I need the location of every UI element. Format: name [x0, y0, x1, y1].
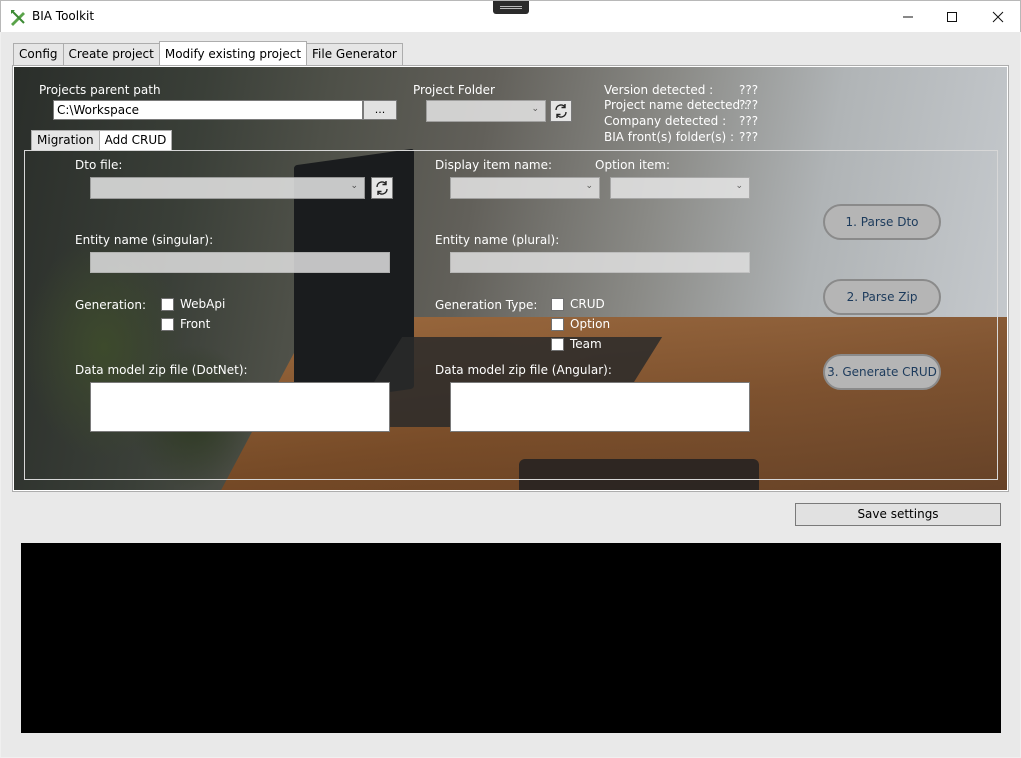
tab-migration[interactable]: Migration	[31, 130, 100, 150]
chevron-down-icon: ⌄	[350, 181, 358, 191]
webapi-checkbox[interactable]	[161, 298, 174, 311]
entity-name-plural-input[interactable]	[450, 252, 750, 273]
entity-name-plural-label: Entity name (plural):	[435, 233, 560, 247]
minimize-button[interactable]	[885, 1, 931, 32]
minimize-icon	[903, 16, 913, 17]
webapi-label: WebApi	[180, 297, 226, 311]
front-folders-value: ???	[739, 130, 759, 144]
version-detected-label: Version detected :	[604, 83, 714, 97]
display-item-name-select[interactable]: ⌄	[450, 177, 600, 199]
version-detected-value: ???	[739, 83, 759, 97]
generation-type-label: Generation Type:	[435, 298, 538, 312]
front-label: Front	[180, 317, 211, 331]
project-folder-label: Project Folder	[413, 83, 495, 97]
project-folder-select[interactable]: ⌄	[426, 100, 546, 122]
tab-modify-existing-project[interactable]: Modify existing project	[158, 41, 308, 65]
maximize-button[interactable]	[929, 1, 975, 32]
front-checkbox[interactable]	[161, 318, 174, 331]
option-label: Option	[570, 317, 611, 331]
option-item-select[interactable]: ⌄	[610, 177, 750, 199]
entity-name-singular-label: Entity name (singular):	[75, 233, 214, 247]
generate-crud-button[interactable]: 3. Generate CRUD	[823, 354, 941, 390]
title-bar: BIA Toolkit	[0, 0, 1021, 32]
tab-config[interactable]: Config	[13, 43, 64, 65]
front-folders-label: BIA front(s) folder(s) :	[604, 130, 735, 144]
projects-parent-path-input[interactable]: C:\Workspace	[53, 100, 363, 120]
parse-dto-button[interactable]: 1. Parse Dto	[823, 204, 941, 240]
crud-checkbox[interactable]	[551, 298, 564, 311]
save-settings-button[interactable]: Save settings	[795, 503, 1001, 526]
maximize-icon	[947, 11, 957, 22]
zip-angular-label: Data model zip file (Angular):	[435, 363, 612, 377]
option-checkbox[interactable]	[551, 318, 564, 331]
main-tabs: Config Create project Modify existing pr…	[13, 41, 403, 65]
tab-file-generator[interactable]: File Generator	[306, 43, 403, 65]
chevron-down-icon: ⌄	[585, 181, 593, 191]
company-detected-label: Company detected :	[604, 114, 727, 128]
zip-angular-drop-area[interactable]	[450, 382, 750, 432]
entity-name-singular-input[interactable]	[90, 252, 390, 273]
display-item-name-label: Display item name:	[435, 158, 553, 172]
chevron-down-icon: ⌄	[531, 104, 539, 114]
zip-dotnet-drop-area[interactable]	[90, 382, 390, 432]
team-label: Team	[570, 337, 602, 351]
projects-parent-path-label: Projects parent path	[39, 83, 161, 97]
project-name-detected-value: ???	[739, 98, 759, 112]
crud-label: CRUD	[570, 297, 605, 311]
project-name-detected-label: Project name detected :	[604, 98, 748, 112]
close-icon	[992, 11, 1004, 22]
zip-dotnet-label: Data model zip file (DotNet):	[75, 363, 248, 377]
refresh-icon	[376, 181, 388, 195]
drag-handle[interactable]	[493, 1, 529, 14]
refresh-icon	[555, 104, 567, 118]
generation-label: Generation:	[75, 298, 146, 312]
browse-button[interactable]: ...	[363, 100, 397, 120]
app-icon	[11, 10, 25, 26]
project-folder-refresh-button[interactable]	[550, 100, 572, 122]
team-checkbox[interactable]	[551, 338, 564, 351]
dto-file-select[interactable]: ⌄	[90, 177, 365, 199]
chevron-down-icon: ⌄	[735, 181, 743, 191]
tab-add-crud[interactable]: Add CRUD	[98, 130, 173, 150]
close-button[interactable]	[975, 1, 1021, 32]
sub-tabs: Migration Add CRUD	[31, 130, 173, 150]
dto-file-refresh-button[interactable]	[371, 177, 393, 199]
dto-file-label: Dto file:	[75, 158, 123, 172]
option-item-label: Option item:	[595, 158, 671, 172]
parse-zip-button[interactable]: 2. Parse Zip	[823, 279, 941, 315]
window-title: BIA Toolkit	[32, 9, 95, 23]
output-console	[21, 543, 1001, 733]
company-detected-value: ???	[739, 114, 759, 128]
tab-create-project[interactable]: Create project	[62, 43, 160, 65]
